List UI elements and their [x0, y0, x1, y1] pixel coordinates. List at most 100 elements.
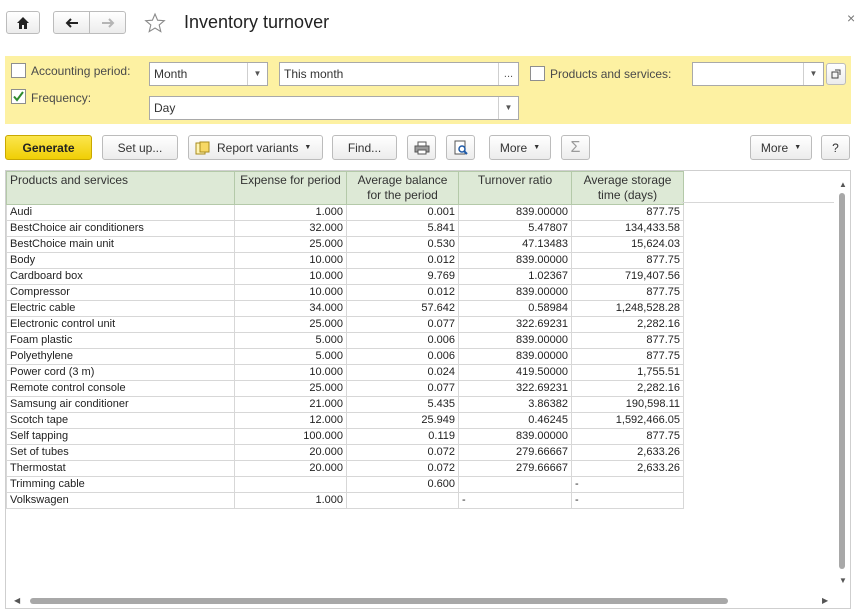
- value-cell[interactable]: -: [571, 492, 684, 509]
- value-cell[interactable]: 839.00000: [458, 428, 572, 445]
- column-header[interactable]: Turnover ratio: [458, 171, 572, 205]
- period-value-field[interactable]: This month ...: [279, 62, 519, 86]
- value-cell[interactable]: 57.642: [346, 300, 459, 317]
- frequency-checkbox[interactable]: [11, 89, 26, 104]
- setup-button[interactable]: Set up...: [102, 135, 178, 160]
- value-cell[interactable]: 12.000: [234, 412, 347, 429]
- product-name-cell[interactable]: Samsung air conditioner: [6, 396, 235, 413]
- value-cell[interactable]: 25.949: [346, 412, 459, 429]
- value-cell[interactable]: 2,633.26: [571, 460, 684, 477]
- value-cell[interactable]: 877.75: [571, 204, 684, 221]
- value-cell[interactable]: 877.75: [571, 348, 684, 365]
- value-cell[interactable]: 5.841: [346, 220, 459, 237]
- value-cell[interactable]: 322.69231: [458, 316, 572, 333]
- preview-button[interactable]: [446, 135, 475, 160]
- frequency-dropdown[interactable]: ▼: [498, 97, 518, 119]
- value-cell[interactable]: 10.000: [234, 284, 347, 301]
- value-cell[interactable]: 0.530: [346, 236, 459, 253]
- value-cell[interactable]: 25.000: [234, 380, 347, 397]
- product-name-cell[interactable]: Cardboard box: [6, 268, 235, 285]
- value-cell[interactable]: 0.006: [346, 348, 459, 365]
- value-cell[interactable]: 0.012: [346, 252, 459, 269]
- value-cell[interactable]: 419.50000: [458, 364, 572, 381]
- period-select-button[interactable]: ...: [498, 63, 518, 85]
- report-variants-button[interactable]: Report variants ▼: [188, 135, 323, 160]
- products-checkbox[interactable]: [530, 66, 545, 81]
- product-name-cell[interactable]: Self tapping: [6, 428, 235, 445]
- favorite-button[interactable]: [144, 12, 166, 37]
- value-cell[interactable]: 5.435: [346, 396, 459, 413]
- product-name-cell[interactable]: Body: [6, 252, 235, 269]
- scroll-left-arrow[interactable]: ◀: [14, 596, 20, 605]
- table-row[interactable]: Remote control console 25.000 0.077 322.692…: [6, 380, 684, 397]
- table-row[interactable]: Power cord (3 m) 10.000 0.024 419.50000 1,75…: [6, 364, 684, 381]
- generate-button[interactable]: Generate: [5, 135, 92, 160]
- value-cell[interactable]: 1,755.51: [571, 364, 684, 381]
- value-cell[interactable]: -: [571, 476, 684, 493]
- value-cell[interactable]: 877.75: [571, 252, 684, 269]
- table-row[interactable]: Set of tubes 20.000 0.072 279.66667 2,633.26: [6, 444, 684, 461]
- product-name-cell[interactable]: BestChoice air conditioners: [6, 220, 235, 237]
- table-row[interactable]: BestChoice main unit 25.000 0.530 47.13483 1…: [6, 236, 684, 253]
- product-name-cell[interactable]: Electric cable: [6, 300, 235, 317]
- value-cell[interactable]: 9.769: [346, 268, 459, 285]
- column-header[interactable]: Expense for period: [234, 171, 347, 205]
- value-cell[interactable]: 2,282.16: [571, 316, 684, 333]
- value-cell[interactable]: 0.001: [346, 204, 459, 221]
- table-row[interactable]: Thermostat 20.000 0.072 279.66667 2,633.26: [6, 460, 684, 477]
- more-button[interactable]: More ▼: [489, 135, 551, 160]
- column-header[interactable]: Average balance for the period: [346, 171, 459, 205]
- home-button[interactable]: [6, 11, 40, 34]
- value-cell[interactable]: 5.47807: [458, 220, 572, 237]
- value-cell[interactable]: 0.024: [346, 364, 459, 381]
- value-cell[interactable]: 877.75: [571, 332, 684, 349]
- value-cell[interactable]: 839.00000: [458, 284, 572, 301]
- value-cell[interactable]: 1.000: [234, 492, 347, 509]
- close-icon[interactable]: ×: [847, 10, 855, 26]
- scroll-down-arrow[interactable]: ▼: [839, 576, 847, 585]
- value-cell[interactable]: 190,598.11: [571, 396, 684, 413]
- value-cell[interactable]: -: [458, 492, 572, 509]
- product-name-cell[interactable]: Audi: [6, 204, 235, 221]
- value-cell[interactable]: 0.072: [346, 460, 459, 477]
- table-row[interactable]: Compressor 10.000 0.012 839.00000 877.75: [6, 284, 684, 301]
- frequency-select[interactable]: Day ▼: [149, 96, 519, 120]
- products-open-button[interactable]: [826, 63, 846, 85]
- value-cell[interactable]: 10.000: [234, 364, 347, 381]
- table-row[interactable]: Electric cable 34.000 57.642 0.58984 1,248,5…: [6, 300, 684, 317]
- vertical-scrollbar-thumb[interactable]: [839, 193, 845, 569]
- value-cell[interactable]: 839.00000: [458, 332, 572, 349]
- table-row[interactable]: BestChoice air conditioners 32.000 5.841 5.…: [6, 220, 684, 237]
- product-name-cell[interactable]: Electronic control unit: [6, 316, 235, 333]
- period-type-dropdown[interactable]: ▼: [247, 63, 267, 85]
- product-name-cell[interactable]: Set of tubes: [6, 444, 235, 461]
- value-cell[interactable]: [458, 476, 572, 493]
- value-cell[interactable]: 0.46245: [458, 412, 572, 429]
- product-name-cell[interactable]: Foam plastic: [6, 332, 235, 349]
- value-cell[interactable]: 2,282.16: [571, 380, 684, 397]
- product-name-cell[interactable]: Scotch tape: [6, 412, 235, 429]
- table-row[interactable]: Volkswagen 1.000 - -: [6, 492, 684, 509]
- print-button[interactable]: [407, 135, 436, 160]
- value-cell[interactable]: 15,624.03: [571, 236, 684, 253]
- accounting-period-checkbox[interactable]: [11, 63, 26, 78]
- value-cell[interactable]: 1.000: [234, 204, 347, 221]
- scroll-right-arrow[interactable]: ▶: [822, 596, 828, 605]
- help-button[interactable]: ?: [821, 135, 850, 160]
- value-cell[interactable]: 25.000: [234, 236, 347, 253]
- column-header[interactable]: Products and services: [6, 171, 235, 205]
- value-cell[interactable]: 322.69231: [458, 380, 572, 397]
- value-cell[interactable]: 719,407.56: [571, 268, 684, 285]
- value-cell[interactable]: 839.00000: [458, 252, 572, 269]
- value-cell[interactable]: 839.00000: [458, 348, 572, 365]
- value-cell[interactable]: 0.072: [346, 444, 459, 461]
- value-cell[interactable]: 21.000: [234, 396, 347, 413]
- product-name-cell[interactable]: Compressor: [6, 284, 235, 301]
- product-name-cell[interactable]: Volkswagen: [6, 492, 235, 509]
- more-right-button[interactable]: More ▼: [750, 135, 812, 160]
- table-row[interactable]: Electronic control unit 25.000 0.077 322.69…: [6, 316, 684, 333]
- value-cell[interactable]: 839.00000: [458, 204, 572, 221]
- table-row[interactable]: Samsung air conditioner 21.000 5.435 3.8638…: [6, 396, 684, 413]
- table-row[interactable]: Trimming cable 0.600 -: [6, 476, 684, 493]
- value-cell[interactable]: 20.000: [234, 444, 347, 461]
